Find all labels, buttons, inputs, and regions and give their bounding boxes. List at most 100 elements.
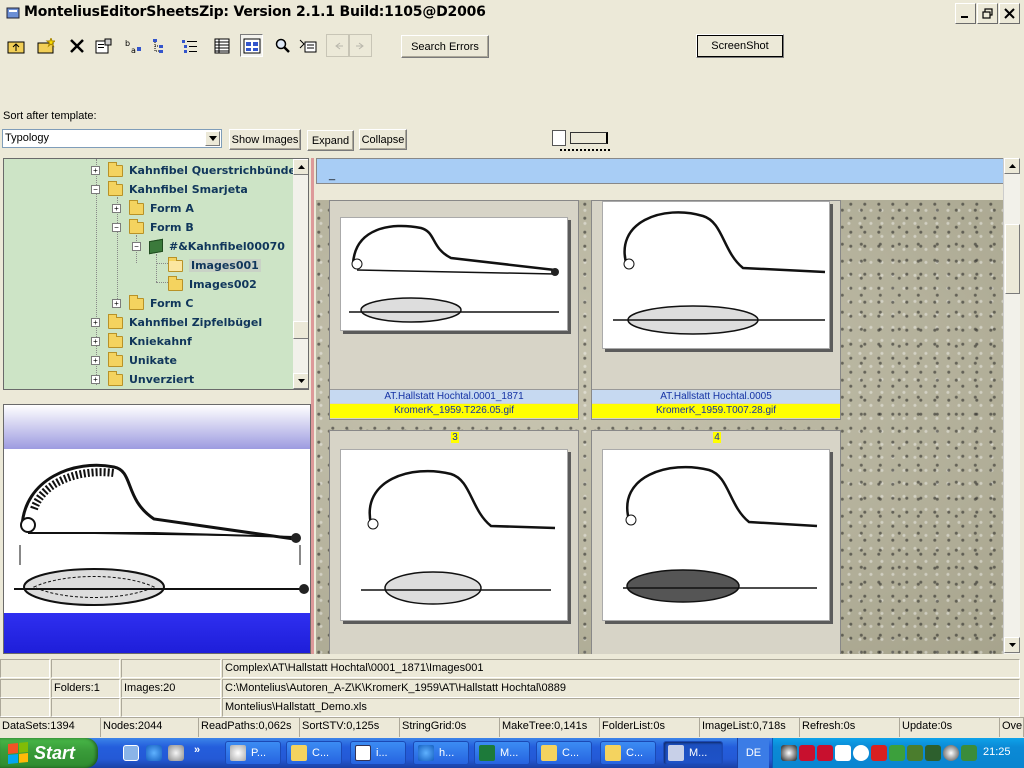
tree-scrollbar[interactable]: [293, 159, 308, 389]
network-icon[interactable]: [781, 745, 797, 761]
taskbar-item[interactable]: C...: [286, 741, 342, 765]
thumbnail-size-slider[interactable]: [552, 130, 610, 154]
tree-view-button[interactable]: [148, 34, 171, 57]
safely-remove-icon[interactable]: [961, 745, 977, 761]
thumbnail-card[interactable]: AT.Hallstatt Hochtal.0005 KromerK_1959.T…: [591, 200, 841, 420]
screenshot-button[interactable]: ScreenShot: [696, 34, 784, 58]
tree-item-kahnfibel-zipfelbuegel[interactable]: + Kahnfibel Zipfelbügel: [91, 313, 262, 332]
tree-item-kahnfibel-querstrich[interactable]: + Kahnfibel Querstrichbünde...: [91, 161, 308, 180]
thumbnail-image[interactable]: [602, 201, 830, 349]
tree-item-form-a[interactable]: + Form A: [112, 199, 194, 218]
tree-item-images002[interactable]: Images002: [168, 275, 257, 294]
thumbnail-card[interactable]: 4: [591, 430, 841, 654]
properties-icon: [95, 38, 111, 53]
sort-label: Sort after template:: [3, 110, 97, 122]
taskbar-item[interactable]: C...: [536, 741, 592, 765]
taskbar-item[interactable]: C...: [600, 741, 656, 765]
taskbar-item[interactable]: M...: [474, 741, 530, 765]
minimize-button[interactable]: [955, 3, 976, 24]
expand-icon[interactable]: +: [91, 166, 100, 175]
panel-splitter[interactable]: [311, 158, 314, 654]
security-icon[interactable]: [871, 745, 887, 761]
close-button[interactable]: [999, 3, 1020, 24]
show-images-button[interactable]: Show Images: [229, 129, 301, 150]
antivirus-icon[interactable]: [817, 745, 833, 761]
folder-icon: [291, 745, 307, 761]
thumbnail-image[interactable]: [340, 449, 568, 621]
taskbar-item-label: P...: [251, 747, 267, 759]
expand-icon[interactable]: +: [91, 356, 100, 365]
scroll-up-icon[interactable]: [1004, 158, 1020, 174]
slider-thumb[interactable]: [552, 130, 566, 146]
ie-icon[interactable]: [146, 745, 162, 761]
collapse-icon[interactable]: −: [132, 242, 141, 251]
new-folder-button[interactable]: [34, 34, 57, 57]
delete-button[interactable]: [65, 34, 88, 57]
properties-button[interactable]: [91, 34, 114, 57]
stat-imagelist: ImageList:0,718s: [700, 718, 800, 737]
tree-item-kniekahnf[interactable]: + Kniekahnf: [91, 332, 192, 351]
gallery-header: _: [316, 158, 1020, 184]
chevron-right-icon[interactable]: »: [194, 744, 200, 756]
forward-button[interactable]: [349, 34, 372, 57]
sort-ab-button[interactable]: ba: [121, 34, 144, 57]
back-button[interactable]: [326, 34, 349, 57]
expand-icon[interactable]: +: [112, 299, 121, 308]
expand-icon[interactable]: +: [91, 337, 100, 346]
tree-item-images001[interactable]: Images001: [168, 256, 261, 275]
media-icon[interactable]: [168, 745, 184, 761]
collapse-icon[interactable]: −: [112, 223, 121, 232]
thumbnail-card[interactable]: 3: [329, 430, 579, 654]
thumbnail-image[interactable]: [602, 449, 830, 621]
device-icon[interactable]: [907, 745, 923, 761]
stats-bar: DataSets:1394 Nodes:2044 ReadPaths:0,062…: [0, 717, 1024, 737]
expand-button[interactable]: Expand: [307, 130, 354, 151]
taskbar-item[interactable]: h...: [413, 741, 469, 765]
restore-button[interactable]: [977, 3, 998, 24]
expand-icon[interactable]: +: [91, 375, 100, 384]
typology-select[interactable]: Typology: [2, 129, 222, 148]
list-tree-button[interactable]: [178, 34, 201, 57]
thumbnail-image[interactable]: [340, 217, 568, 331]
chevron-down-icon[interactable]: [205, 131, 220, 146]
show-desktop-icon[interactable]: [123, 745, 139, 761]
update-icon[interactable]: [889, 745, 905, 761]
tree-item-form-c[interactable]: + Form C: [112, 294, 193, 313]
thumbnails-button[interactable]: [240, 34, 263, 57]
up-folder-button[interactable]: [4, 34, 27, 57]
start-button[interactable]: Start: [0, 738, 98, 768]
nvidia-icon[interactable]: [925, 745, 941, 761]
scrollbar-thumb[interactable]: [293, 321, 308, 339]
folder-open-icon: [168, 256, 183, 272]
taskbar-item[interactable]: P...: [225, 741, 281, 765]
tree-item-unikate[interactable]: + Unikate: [91, 351, 177, 370]
tree-item-kahnfibel-smarjeta[interactable]: − Kahnfibel Smarjeta: [91, 180, 248, 199]
language-indicator[interactable]: DE: [737, 738, 769, 768]
gallery-scrollbar[interactable]: [1003, 158, 1020, 654]
search-errors-button[interactable]: Search Errors: [401, 35, 489, 58]
scroll-down-icon[interactable]: [293, 373, 308, 389]
tree-item-unverziert[interactable]: + Unverziert: [91, 370, 194, 389]
gallery-header-text: _: [329, 169, 336, 181]
taskbar-item-active[interactable]: M...: [663, 741, 723, 765]
thumbnail-card[interactable]: AT.Hallstatt Hochtal.0001_1871 KromerK_1…: [329, 200, 579, 420]
scroll-up-icon[interactable]: [293, 159, 308, 175]
collapse-icon[interactable]: −: [91, 185, 100, 194]
clock-app-icon[interactable]: [853, 745, 869, 761]
clock[interactable]: 21:25: [983, 746, 1011, 758]
find-button[interactable]: [271, 34, 294, 57]
tree-item-kahnfibel00070[interactable]: − #&Kahnfibel00070: [132, 237, 285, 256]
mail-icon[interactable]: [835, 745, 851, 761]
volume-icon[interactable]: [943, 745, 959, 761]
details-button[interactable]: [210, 34, 233, 57]
scroll-down-icon[interactable]: [1004, 637, 1020, 653]
ati-icon[interactable]: [799, 745, 815, 761]
scrollbar-thumb[interactable]: [1005, 224, 1020, 294]
taskbar-item[interactable]: i...: [350, 741, 406, 765]
find-next-button[interactable]: [296, 34, 319, 57]
tree-item-form-b[interactable]: − Form B: [112, 218, 194, 237]
word-icon: [355, 745, 371, 761]
expand-icon[interactable]: +: [91, 318, 100, 327]
expand-icon[interactable]: +: [112, 204, 121, 213]
collapse-button[interactable]: Collapse: [359, 129, 407, 150]
